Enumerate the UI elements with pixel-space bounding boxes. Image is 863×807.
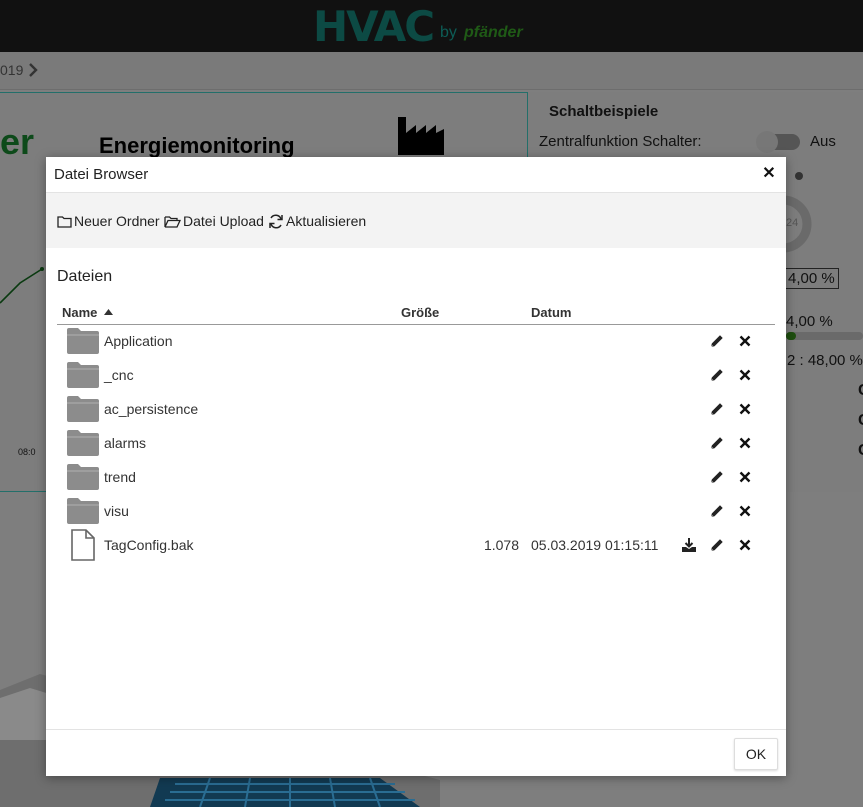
value-input-1[interactable]: 4,00 % [784,268,839,289]
file-row[interactable]: visu [57,494,775,528]
delete-icon[interactable] [737,367,753,383]
delete-icon[interactable] [737,503,753,519]
file-name[interactable]: visu [104,503,129,519]
top-bar: HVAC by pfänder [0,0,863,52]
file-name[interactable]: ac_persistence [104,401,198,417]
folder-open-icon [164,215,181,228]
column-header-size[interactable]: Größe [401,305,439,320]
file-row[interactable]: ac_persistence [57,392,775,426]
breadcrumb-item[interactable]: 019 [0,62,23,78]
value-label-2: 4,00 % [786,313,833,330]
progress-fill [786,332,796,340]
file-row[interactable]: TagConfig.bak 1.078 05.03.2019 01:15:11 [57,528,775,562]
new-folder-button[interactable]: Neuer Ordner [57,212,160,230]
refresh-icon [269,213,283,229]
central-switch-toggle[interactable] [756,131,800,153]
folder-outline-icon [57,215,72,228]
edit-icon[interactable] [709,503,725,519]
folder-icon [67,396,99,422]
file-name[interactable]: alarms [104,435,146,451]
file-toolbar: Neuer Ordner Datei Upload Aktualisieren [46,193,786,248]
refresh-label: Aktualisieren [286,213,367,229]
energy-title: Energiemonitoring [99,133,295,158]
folder-icon [67,498,99,524]
sort-ascending-icon [104,309,114,315]
dialog-title: Datei Browser [54,166,149,183]
dialog-header: Datei Browser ✕ [46,157,786,193]
breadcrumb [0,52,863,90]
status-letter-2: C [858,412,863,430]
column-header-date[interactable]: Datum [531,305,571,320]
toggle-knob [756,131,778,153]
central-switch-label: Zentralfunktion Schalter: [539,133,702,150]
edit-icon[interactable] [709,435,725,451]
delete-icon[interactable] [737,333,753,349]
refresh-button[interactable]: Aktualisieren [268,212,366,230]
delete-icon[interactable] [737,435,753,451]
file-row[interactable]: trend [57,460,775,494]
file-name[interactable]: trend [104,469,136,485]
column-header-name[interactable]: Name [62,305,114,320]
logo-by: by [440,24,457,41]
upload-label: Datei Upload [183,213,264,229]
close-icon[interactable]: ✕ [762,165,776,183]
logo-brand: pfänder [464,24,523,41]
delete-icon[interactable] [737,537,753,553]
slider-handle[interactable] [795,172,803,180]
folder-icon [67,328,99,354]
file-name[interactable]: _cnc [104,367,134,383]
file-row[interactable]: Application [57,324,775,358]
folder-icon [67,430,99,456]
progress-bar [786,332,863,340]
status-letter-3: C [858,442,863,460]
new-folder-label: Neuer Ordner [74,213,160,229]
toggle-state-label: Aus [810,133,836,150]
file-icon [71,529,95,561]
status-letter-1: C [858,382,863,400]
edit-icon[interactable] [709,401,725,417]
panel-logo-fragment: er [0,121,35,162]
file-row[interactable]: alarms [57,426,775,460]
factory-icon [398,117,444,155]
file-date: 05.03.2019 01:15:11 [531,537,659,553]
edit-icon[interactable] [709,367,725,383]
delete-icon[interactable] [737,401,753,417]
column-name-label: Name [62,305,98,320]
folder-icon [67,362,99,388]
edit-icon[interactable] [709,537,725,553]
file-row[interactable]: _cnc [57,358,775,392]
dialog-footer: OK [46,729,786,776]
edit-icon[interactable] [709,333,725,349]
file-name[interactable]: TagConfig.bak [104,537,194,553]
files-section-title: Dateien [57,268,113,285]
download-icon[interactable] [681,537,697,553]
file-size: 1.078 [483,537,519,553]
chart-tick-label: 08:0 [18,447,36,457]
file-name[interactable]: Application [104,333,173,349]
file-browser-dialog: Datei Browser ✕ Neuer Ordner Datei Uploa… [46,157,786,776]
edit-icon[interactable] [709,469,725,485]
value-label-3: 2 : 48,00 % [787,352,863,369]
folder-icon [67,464,99,490]
chevron-right-icon [29,63,38,77]
delete-icon[interactable] [737,469,753,485]
ok-button[interactable]: OK [734,738,778,770]
logo: HVAC [313,2,435,51]
gauge-value: 24 [786,217,799,229]
switch-panel-title: Schaltbeispiele [549,103,659,120]
upload-button[interactable]: Datei Upload [164,212,264,230]
